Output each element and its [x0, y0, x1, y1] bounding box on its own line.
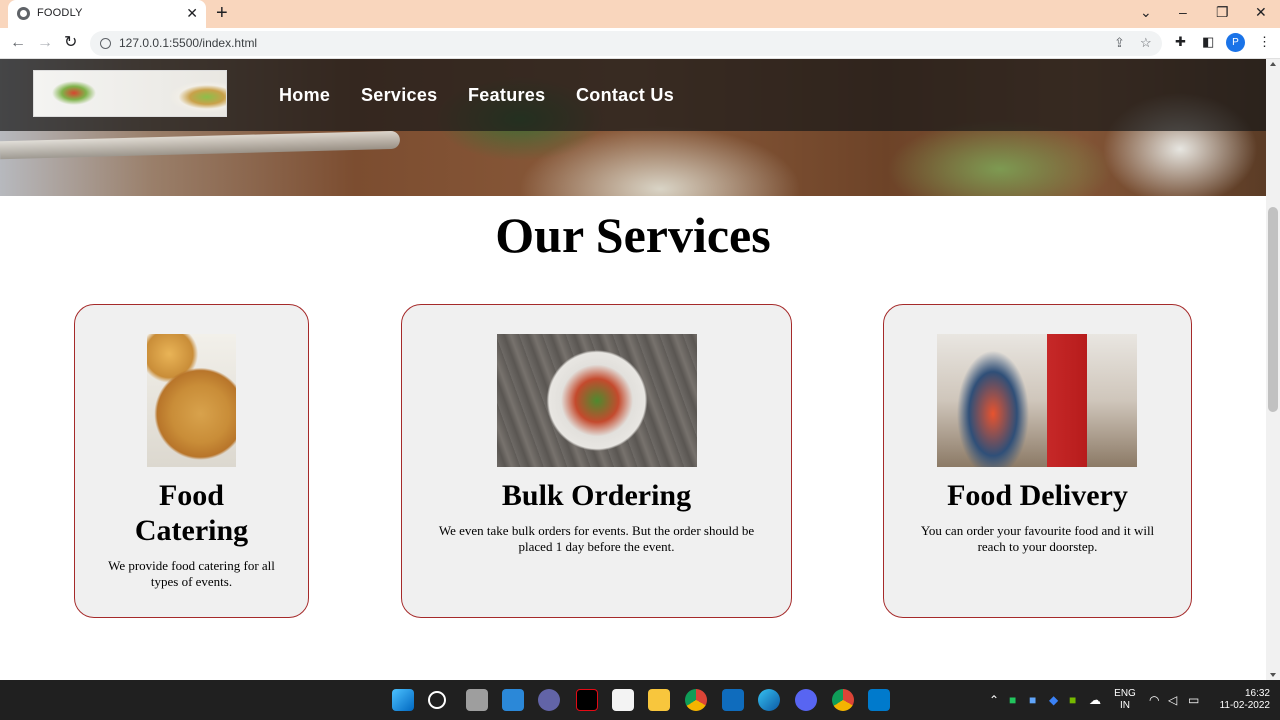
onedrive-cloud-icon[interactable]: ☁	[1089, 693, 1101, 707]
restore-icon[interactable]: ❐	[1216, 4, 1229, 20]
card-title: Food Catering	[134, 479, 249, 547]
defender-shield-icon[interactable]: ◆	[1049, 693, 1058, 707]
minimize-icon[interactable]: –	[1179, 4, 1187, 20]
task-view-icon[interactable]	[466, 689, 488, 711]
url-text: 127.0.0.1:5500/index.html	[119, 36, 258, 50]
tab-search-chevron-icon[interactable]: ⌄	[1140, 4, 1152, 20]
service-card-catering: Food Catering We provide food catering f…	[74, 304, 309, 618]
scroll-up-arrow-icon[interactable]	[1270, 62, 1276, 66]
nav-link-home[interactable]: Home	[279, 85, 330, 106]
volume-icon[interactable]: ◁	[1168, 693, 1177, 707]
nav-link-features[interactable]: Features	[468, 85, 545, 106]
food-plate-image	[497, 334, 697, 467]
language-indicator[interactable]: ENG IN	[1112, 688, 1138, 712]
clock-date: 11-02-2022	[1219, 700, 1270, 711]
windows-taskbar: ⌃ ■ ■ ◆ ■ ☁ ENG IN ◠ ◁ ▭ 16:32 11-02-202…	[0, 680, 1280, 720]
tray-chevron-up-icon[interactable]: ⌃	[989, 693, 999, 707]
site-info-icon[interactable]	[100, 38, 111, 49]
vscode-icon[interactable]	[868, 689, 890, 711]
clock[interactable]: 16:32 11-02-2022	[1210, 688, 1270, 712]
page-viewport: Home Services Features Contact Us Our Se…	[0, 59, 1266, 680]
close-window-icon[interactable]: ✕	[1255, 4, 1267, 20]
edge-icon[interactable]	[758, 689, 780, 711]
browser-toolbar: ← → ↻ 127.0.0.1:5500/index.html ⇪ ☆ ✚ ◧ …	[0, 28, 1280, 59]
card-title: Bulk Ordering	[501, 479, 692, 512]
windows-start-icon[interactable]	[392, 689, 414, 711]
globe-icon	[17, 7, 30, 20]
address-bar[interactable]: 127.0.0.1:5500/index.html ⇪ ☆	[90, 31, 1162, 56]
store-icon[interactable]	[612, 689, 634, 711]
close-tab-icon[interactable]: ✕	[186, 5, 198, 21]
mail-icon[interactable]	[722, 689, 744, 711]
nav-link-services[interactable]: Services	[361, 85, 437, 106]
service-card-bulk-ordering: Bulk Ordering We even take bulk orders f…	[401, 304, 792, 618]
battery-icon[interactable]: ▭	[1188, 693, 1199, 707]
hero-banner-image: Home Services Features Contact Us	[0, 59, 1266, 196]
forward-arrow-icon[interactable]: →	[37, 33, 53, 53]
new-tab-icon[interactable]: +	[216, 3, 228, 23]
search-icon[interactable]	[428, 691, 446, 709]
hero-knife-shape	[0, 130, 401, 160]
file-explorer-icon[interactable]	[648, 689, 670, 711]
widgets-icon[interactable]	[502, 689, 524, 711]
profile-avatar[interactable]: P	[1226, 33, 1245, 52]
netflix-icon[interactable]	[576, 689, 598, 711]
card-description: We even take bulk orders for events. But…	[438, 523, 755, 554]
side-panel-icon[interactable]: ◧	[1202, 34, 1214, 50]
chrome-icon[interactable]	[685, 689, 707, 711]
reload-icon[interactable]: ↻	[64, 33, 77, 53]
tab-title: FOODLY	[37, 7, 83, 19]
language-region: IN	[1120, 700, 1130, 711]
vertical-scrollbar[interactable]	[1266, 59, 1280, 680]
discord-icon[interactable]	[795, 689, 817, 711]
section-title: Our Services	[495, 207, 771, 263]
card-description: You can order your favourite food and it…	[920, 523, 1155, 554]
extensions-puzzle-icon[interactable]: ✚	[1175, 34, 1186, 50]
share-icon[interactable]: ⇪	[1114, 35, 1125, 51]
site-logo[interactable]	[33, 70, 227, 117]
site-navbar: Home Services Features Contact Us	[0, 59, 1266, 131]
teams-chat-icon[interactable]	[538, 689, 560, 711]
chrome-profile-icon[interactable]	[832, 689, 854, 711]
menu-kebab-icon[interactable]: ⋮	[1258, 34, 1271, 50]
scroll-thumb[interactable]	[1268, 207, 1278, 412]
card-title: Food Delivery	[947, 479, 1128, 512]
language-code: ENG	[1114, 688, 1136, 699]
clock-time: 16:32	[1244, 688, 1270, 699]
bookmark-star-icon[interactable]: ☆	[1140, 35, 1152, 51]
browser-tab[interactable]: FOODLY ✕	[8, 0, 206, 28]
tray-app-icon[interactable]: ■	[1009, 693, 1016, 707]
back-arrow-icon[interactable]: ←	[10, 33, 26, 53]
tray-app-icon[interactable]: ■	[1029, 693, 1036, 707]
nav-link-contact-us[interactable]: Contact Us	[576, 85, 674, 106]
pizza-image	[147, 334, 236, 467]
delivery-image	[937, 334, 1137, 467]
browser-tab-strip: FOODLY ✕ + ⌄ – ❐ ✕	[0, 0, 1280, 28]
wifi-icon[interactable]: ◠	[1149, 693, 1159, 707]
service-card-delivery: Food Delivery You can order your favouri…	[883, 304, 1192, 618]
nvidia-icon[interactable]: ■	[1069, 693, 1076, 707]
card-description: We provide food catering for all types o…	[108, 558, 275, 589]
scroll-down-arrow-icon[interactable]	[1270, 673, 1276, 677]
